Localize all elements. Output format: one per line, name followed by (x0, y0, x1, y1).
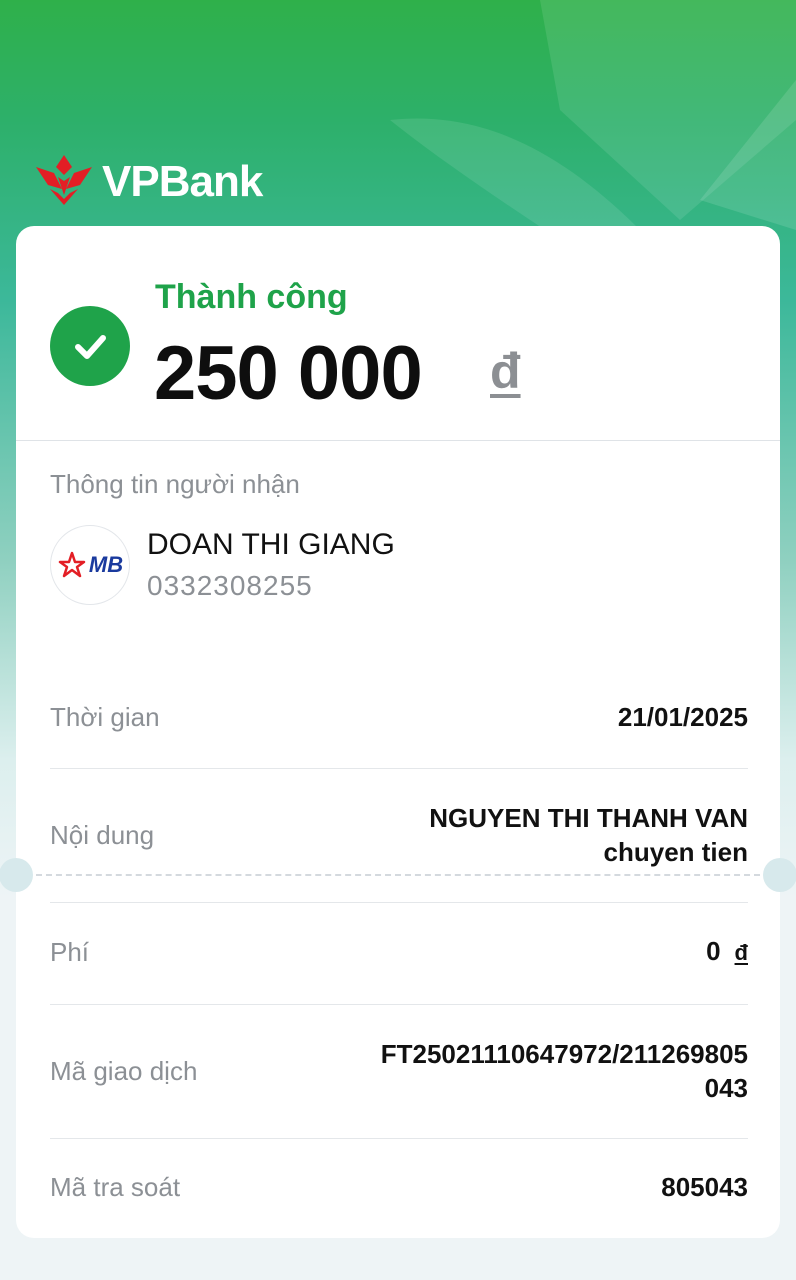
content-line-1: NGUYEN THI THANH VAN (429, 803, 748, 833)
divider (50, 902, 748, 903)
ticket-notch-right (763, 858, 796, 892)
content-value: NGUYEN THI THANH VAN chuyen tien (429, 801, 748, 869)
divider (16, 440, 780, 441)
trace-code-label: Mã tra soát (50, 1171, 181, 1202)
brand-name: VPBank (102, 157, 263, 206)
mb-bank-logo-icon: MB (50, 525, 130, 605)
ticket-notch-left (0, 858, 33, 892)
fee-value: 0đ (706, 934, 748, 970)
transaction-id-line-2: 043 (704, 1073, 748, 1103)
trace-code-row: Mã tra soát 805043 (50, 1170, 748, 1204)
recipient-section-label: Thông tin người nhận (50, 469, 300, 499)
transaction-amount: 250 000 (154, 331, 423, 416)
divider (50, 768, 748, 769)
transaction-id-row: Mã giao dịch FT25021110647972/211269805 … (50, 1037, 748, 1105)
divider (50, 1004, 748, 1005)
transaction-status: Thành công (155, 278, 348, 316)
check-circle-icon (50, 306, 130, 386)
fee-currency: đ (734, 940, 748, 965)
time-row: Thời gian 21/01/2025 (50, 700, 748, 734)
transaction-id-value: FT25021110647972/211269805 043 (381, 1037, 748, 1105)
trace-code-value: 805043 (661, 1172, 748, 1202)
dashed-divider (36, 874, 760, 876)
recipient-name: DOAN THI GIANG (147, 528, 395, 561)
transaction-id-line-1: FT25021110647972/211269805 (380, 1039, 748, 1069)
currency-symbol: đ (490, 343, 521, 399)
fee-amount: 0 (706, 936, 721, 966)
bank-logo-text: MB (88, 552, 124, 577)
vpbank-logo-icon (32, 151, 96, 214)
content-label: Nội dung (50, 819, 155, 850)
divider (50, 1138, 748, 1139)
fee-label: Phí (50, 936, 90, 967)
vpbank-brand: VPBank (32, 150, 263, 214)
fee-row: Phí 0đ (50, 934, 748, 970)
time-value: 21/01/2025 (617, 702, 748, 732)
content-row: Nội dung NGUYEN THI THANH VAN chuyen tie… (50, 801, 748, 869)
content-line-2: chuyen tien (603, 837, 748, 867)
recipient-account: 0332308255 (147, 570, 313, 601)
transaction-receipt-card: Thành công 250 000 đ Thông tin người nhậ… (0, 226, 796, 1238)
time-label: Thời gian (50, 701, 160, 732)
transaction-id-label: Mã giao dịch (50, 1055, 198, 1086)
